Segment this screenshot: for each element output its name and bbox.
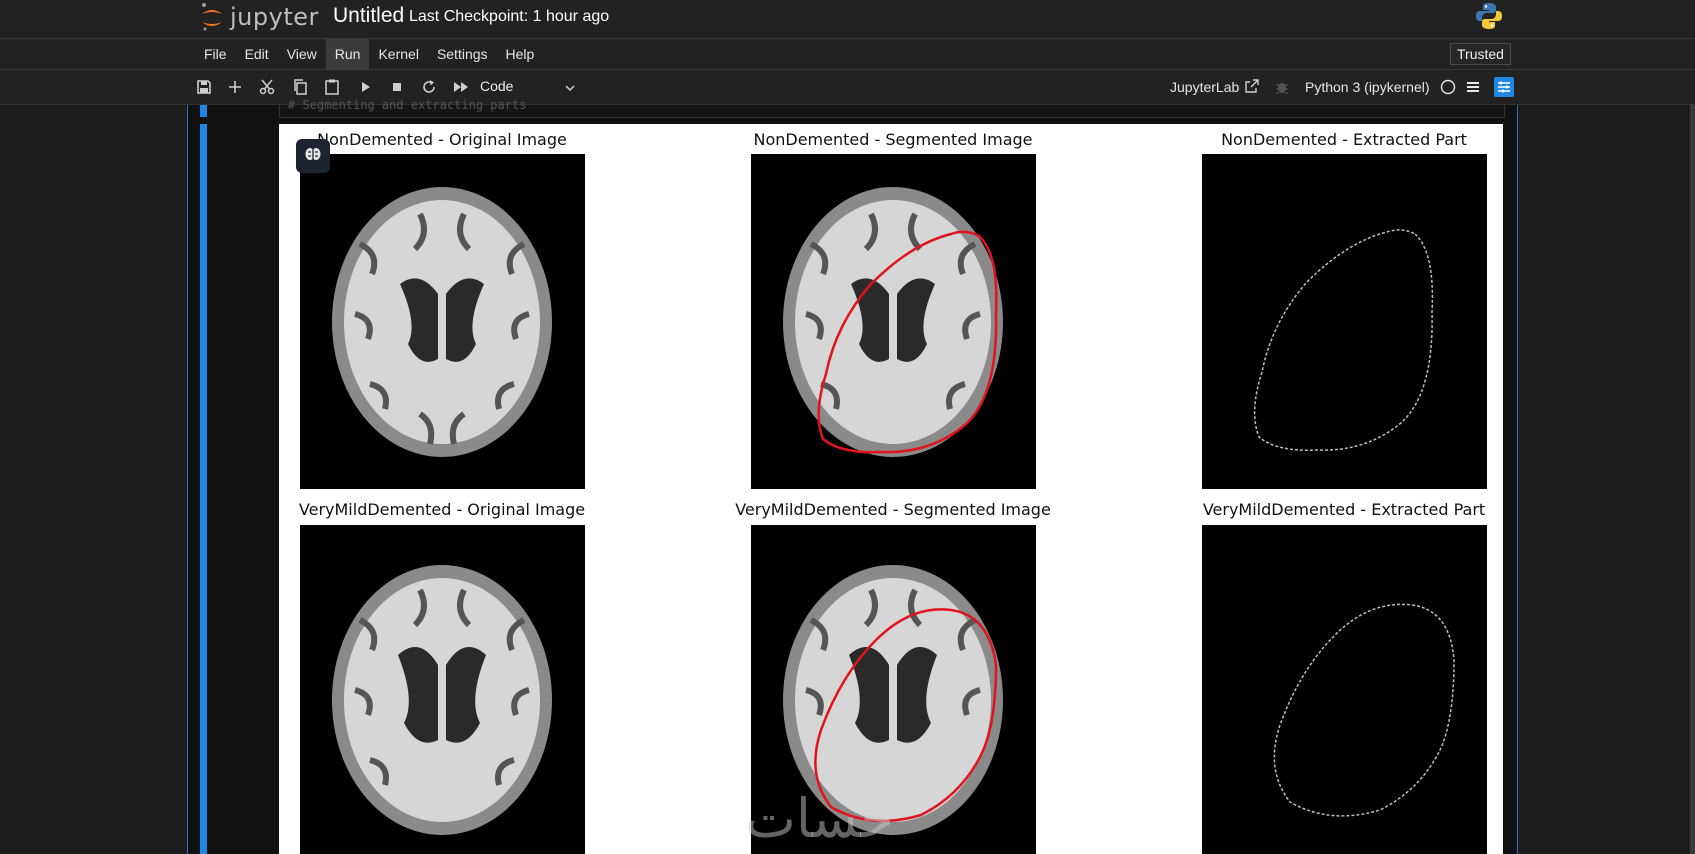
menu-view[interactable]: View	[278, 39, 326, 69]
output-collapser[interactable]	[200, 124, 207, 854]
menu-icon[interactable]	[1465, 79, 1483, 97]
jupyterlab-link[interactable]: JupyterLab	[1170, 79, 1239, 95]
run-icon[interactable]	[356, 78, 374, 96]
menu-file[interactable]: File	[195, 39, 236, 69]
trusted-badge[interactable]: Trusted	[1450, 43, 1511, 65]
save-icon[interactable]	[195, 78, 213, 96]
prev-cell-code: # Segmenting and extracting parts	[288, 98, 527, 112]
row1-original-image	[300, 154, 585, 489]
python-logo-icon	[1474, 1, 1504, 36]
menu-run[interactable]: Run	[325, 39, 370, 69]
copy-icon[interactable]	[291, 78, 309, 96]
main-menu: File Edit View Run Kernel Settings Help	[195, 39, 543, 69]
menu-help[interactable]: Help	[497, 39, 544, 69]
ai-assistant-button[interactable]	[296, 139, 330, 173]
row2-original-title: VeryMildDemented - Original Image	[298, 500, 586, 519]
menu-settings[interactable]: Settings	[428, 39, 497, 69]
row2-segmented-title: VeryMildDemented - Segmented Image	[735, 500, 1051, 519]
row1-segmented-title: NonDemented - Segmented Image	[753, 130, 1033, 149]
kernel-name[interactable]: Python 3 (ipykernel)	[1305, 79, 1430, 95]
cell-output: NonDemented - Original Image NonDemented…	[279, 124, 1503, 854]
stop-icon[interactable]	[388, 78, 406, 96]
menu-bar: File Edit View Run Kernel Settings Help …	[0, 39, 1695, 70]
jupyter-logo[interactable]: jupyter	[200, 2, 319, 32]
paste-icon[interactable]	[323, 78, 341, 96]
cell-type-value: Code	[480, 78, 514, 94]
cut-icon[interactable]	[258, 78, 276, 96]
brain-icon	[304, 145, 322, 168]
fast-forward-icon[interactable]	[452, 78, 470, 96]
chevron-down-icon	[564, 78, 576, 97]
top-header: jupyter Untitled Last Checkpoint: 1 hour…	[0, 0, 1695, 39]
menu-edit[interactable]: Edit	[236, 39, 278, 69]
row1-extracted-title: NonDemented - Extracted Part	[1221, 130, 1467, 149]
checkpoint-status: Last Checkpoint: 1 hour ago	[409, 8, 610, 25]
previous-code-cell[interactable]: # Segmenting and extracting parts	[279, 98, 1505, 118]
notebook-toolbar: Code JupyterLab Python 3 (ipykernel)	[0, 70, 1695, 105]
debugger-icon[interactable]	[1274, 79, 1292, 97]
row1-original-title: NonDemented - Original Image	[317, 130, 567, 149]
restart-icon[interactable]	[420, 78, 438, 96]
watermark: حسات	[745, 787, 894, 850]
external-link-icon[interactable]	[1245, 79, 1263, 97]
row1-extracted-image	[1202, 154, 1487, 489]
prev-cell-collapser[interactable]	[200, 105, 207, 117]
row1-segmented-image	[751, 154, 1036, 489]
kernel-status-icon	[1440, 79, 1458, 97]
row2-original-image	[300, 525, 585, 854]
logo-text: jupyter	[230, 3, 319, 31]
row2-extracted-image	[1202, 525, 1487, 854]
add-cell-icon[interactable]	[226, 78, 244, 96]
property-inspector-icon[interactable]	[1494, 77, 1514, 97]
notebook-title[interactable]: Untitled	[333, 4, 404, 28]
cell-type-select[interactable]: Code	[480, 78, 576, 97]
scrollbar-track[interactable]	[1690, 104, 1695, 854]
menu-kernel[interactable]: Kernel	[369, 39, 427, 69]
row2-extracted-title: VeryMildDemented - Extracted Part	[1202, 500, 1486, 519]
jupyter-logo-icon	[200, 2, 224, 32]
